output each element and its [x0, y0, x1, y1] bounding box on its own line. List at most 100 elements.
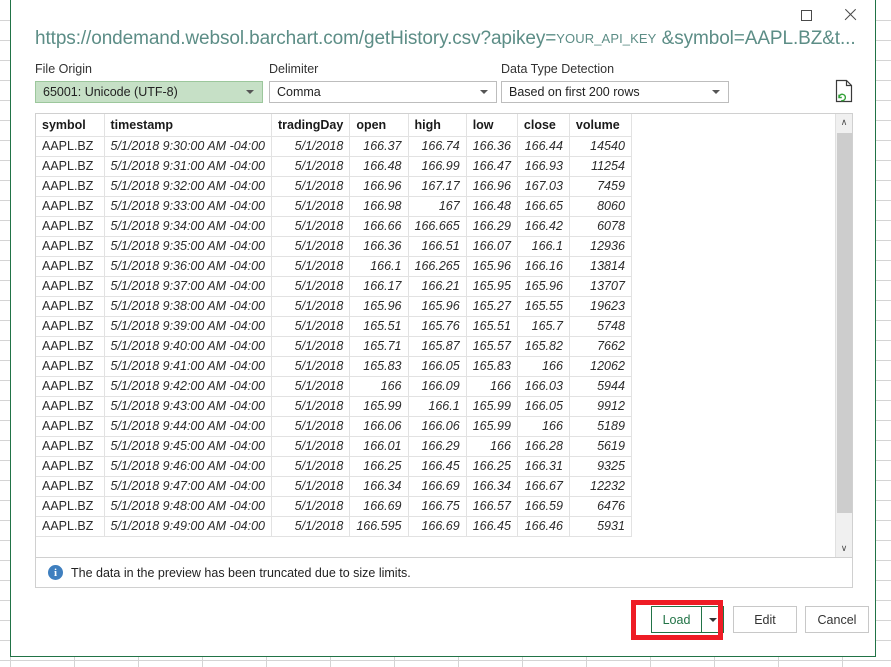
refresh-document-icon[interactable]: [833, 79, 855, 103]
close-button[interactable]: [829, 0, 871, 30]
table-row: AAPL.BZ 5/1/2018 9:31:00 AM -04:00 5/1/201…: [36, 156, 632, 177]
cell-symbol: AAPL.BZ: [36, 176, 105, 197]
table-row: AAPL.BZ 5/1/2018 9:41:00 AM -04:00 5/1/201…: [36, 356, 632, 377]
cell-low: 166.47: [466, 156, 518, 177]
cell-high: 165.76: [408, 316, 467, 337]
cell-low: 166: [466, 436, 518, 457]
scroll-up-arrow-icon[interactable]: ∧: [836, 114, 852, 131]
cell-symbol: AAPL.BZ: [36, 396, 105, 417]
load-button[interactable]: Load: [652, 607, 701, 632]
table-row: AAPL.BZ 5/1/2018 9:38:00 AM -04:00 5/1/201…: [36, 296, 632, 317]
cell-low: 166.96: [466, 176, 518, 197]
cell-open: 166.25: [349, 456, 409, 477]
cell-symbol: AAPL.BZ: [36, 456, 105, 477]
cell-open: 165.96: [349, 296, 409, 317]
cell-high: 166.51: [408, 236, 467, 257]
cell-timestamp: 5/1/2018 9:37:00 AM -04:00: [104, 276, 273, 297]
column-header-close[interactable]: close: [517, 114, 570, 137]
column-header-open[interactable]: open: [349, 114, 409, 137]
chevron-down-icon: [712, 90, 720, 94]
table-row: AAPL.BZ 5/1/2018 9:37:00 AM -04:00 5/1/201…: [36, 276, 632, 297]
cell-symbol: AAPL.BZ: [36, 376, 105, 397]
cell-open: 166.48: [349, 156, 409, 177]
page-title: https://ondemand.websol.barchart.com/get…: [35, 28, 856, 50]
cell-high: 166.09: [408, 376, 467, 397]
scrollbar-thumb[interactable]: [837, 133, 852, 513]
table-row: AAPL.BZ 5/1/2018 9:45:00 AM -04:00 5/1/201…: [36, 436, 632, 457]
close-icon: [843, 8, 857, 22]
cell-tradingday: 5/1/2018: [271, 476, 351, 497]
preview-vertical-scrollbar[interactable]: ∧ ∨: [835, 114, 852, 557]
cell-volume: 9912: [569, 396, 632, 417]
cell-timestamp: 5/1/2018 9:36:00 AM -04:00: [104, 256, 273, 277]
data-type-detection-field: Data Type Detection Based on first 200 r…: [501, 62, 729, 103]
column-header-symbol[interactable]: symbol: [36, 114, 105, 137]
cell-high: 165.87: [408, 336, 467, 357]
file-origin-value: 65001: Unicode (UTF-8): [43, 85, 178, 99]
maximize-button[interactable]: [785, 0, 827, 30]
cell-symbol: AAPL.BZ: [36, 336, 105, 357]
table-row: AAPL.BZ 5/1/2018 9:44:00 AM -04:00 5/1/201…: [36, 416, 632, 437]
table-row: AAPL.BZ 5/1/2018 9:42:00 AM -04:00 5/1/201…: [36, 376, 632, 397]
cell-volume: 8060: [569, 196, 632, 217]
cell-timestamp: 5/1/2018 9:35:00 AM -04:00: [104, 236, 273, 257]
table-row: AAPL.BZ 5/1/2018 9:33:00 AM -04:00 5/1/201…: [36, 196, 632, 217]
table-row: AAPL.BZ 5/1/2018 9:48:00 AM -04:00 5/1/201…: [36, 496, 632, 517]
cell-close: 166.44: [517, 136, 570, 157]
cell-tradingday: 5/1/2018: [271, 416, 351, 437]
cell-open: 166.06: [349, 416, 409, 437]
column-header-low[interactable]: low: [466, 114, 518, 137]
cell-open: 166: [349, 376, 409, 397]
cell-symbol: AAPL.BZ: [36, 496, 105, 517]
cell-timestamp: 5/1/2018 9:46:00 AM -04:00: [104, 456, 273, 477]
truncation-notice: i The data in the preview has been trunc…: [35, 558, 853, 588]
file-origin-dropdown[interactable]: 65001: Unicode (UTF-8): [35, 81, 263, 103]
cell-timestamp: 5/1/2018 9:34:00 AM -04:00: [104, 216, 273, 237]
cell-symbol: AAPL.BZ: [36, 216, 105, 237]
cell-open: 166.37: [349, 136, 409, 157]
scroll-down-arrow-icon[interactable]: ∨: [836, 540, 852, 557]
column-header-volume[interactable]: volume: [569, 114, 632, 137]
cell-high: 167.17: [408, 176, 467, 197]
cell-tradingday: 5/1/2018: [271, 396, 351, 417]
cell-tradingday: 5/1/2018: [271, 256, 351, 277]
table-row: AAPL.BZ 5/1/2018 9:46:00 AM -04:00 5/1/201…: [36, 456, 632, 477]
cell-low: 166: [466, 376, 518, 397]
cell-high: 166.1: [408, 396, 467, 417]
cell-close: 166.28: [517, 436, 570, 457]
cell-volume: 5619: [569, 436, 632, 457]
cell-timestamp: 5/1/2018 9:31:00 AM -04:00: [104, 156, 273, 177]
chevron-down-icon: [246, 90, 254, 94]
cell-high: 166.21: [408, 276, 467, 297]
cell-volume: 5748: [569, 316, 632, 337]
column-header-tradingday[interactable]: tradingDay: [271, 114, 351, 137]
cell-timestamp: 5/1/2018 9:32:00 AM -04:00: [104, 176, 273, 197]
cell-timestamp: 5/1/2018 9:48:00 AM -04:00: [104, 496, 273, 517]
cell-low: 165.95: [466, 276, 518, 297]
cell-low: 166.48: [466, 196, 518, 217]
cancel-button[interactable]: Cancel: [805, 606, 869, 633]
cell-tradingday: 5/1/2018: [271, 176, 351, 197]
column-header-high[interactable]: high: [408, 114, 467, 137]
cell-open: 166.96: [349, 176, 409, 197]
cell-close: 165.55: [517, 296, 570, 317]
edit-button[interactable]: Edit: [733, 606, 797, 633]
cell-high: 166.99: [408, 156, 467, 177]
cell-close: 166.16: [517, 256, 570, 277]
delimiter-dropdown[interactable]: Comma: [269, 81, 497, 103]
preview-table: symbol timestamp tradingDay open high lo…: [36, 114, 632, 537]
cell-low: 165.57: [466, 336, 518, 357]
cell-tradingday: 5/1/2018: [271, 276, 351, 297]
cell-tradingday: 5/1/2018: [271, 496, 351, 517]
cell-high: 166.06: [408, 416, 467, 437]
column-header-timestamp[interactable]: timestamp: [104, 114, 273, 137]
cell-open: 166.1: [349, 256, 409, 277]
cell-symbol: AAPL.BZ: [36, 136, 105, 157]
cell-timestamp: 5/1/2018 9:45:00 AM -04:00: [104, 436, 273, 457]
table-row: AAPL.BZ 5/1/2018 9:30:00 AM -04:00 5/1/201…: [36, 136, 632, 157]
cell-symbol: AAPL.BZ: [36, 476, 105, 497]
cell-close: 166: [517, 356, 570, 377]
cell-close: 166.93: [517, 156, 570, 177]
load-dropdown-button[interactable]: [701, 607, 723, 632]
data-type-detection-dropdown[interactable]: Based on first 200 rows: [501, 81, 729, 103]
